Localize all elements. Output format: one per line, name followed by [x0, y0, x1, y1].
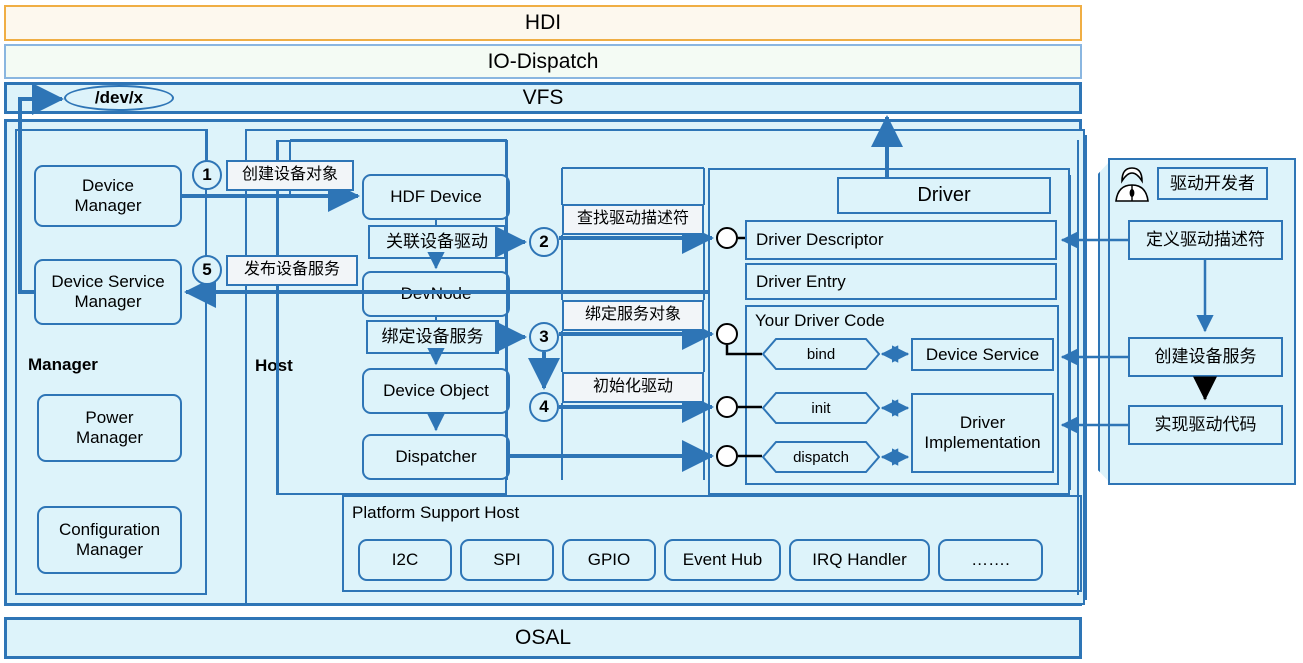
- platform-module-more-label: …….: [971, 550, 1010, 570]
- knob-dispatch: [716, 445, 738, 467]
- hook-dispatch: dispatch: [761, 441, 881, 473]
- manager-section-title: Manager: [28, 355, 98, 374]
- step-label-publish-device-service: 发布设备服务: [226, 255, 358, 286]
- node-configuration-manager-line1: Configuration: [58, 520, 161, 540]
- developer-title-label: 驱动开发者: [1170, 173, 1255, 193]
- step-circle-4: 4: [529, 392, 559, 422]
- knob-bind: [716, 323, 738, 345]
- driver-entry-label: Driver Entry: [756, 271, 846, 291]
- step-label-find-driver-descriptor: 查找驱动描述符: [562, 204, 704, 235]
- developer-step-2: 创建设备服务: [1128, 337, 1283, 377]
- edge-label-associate-driver: 关联设备驱动: [368, 225, 506, 259]
- step-label-create-device-object: 创建设备对象: [226, 160, 354, 191]
- node-device-service-manager-line1: Device Service: [51, 272, 165, 292]
- node-devnode-label: DevNode: [400, 284, 472, 304]
- hook-dispatch-label: dispatch: [793, 448, 849, 466]
- node-device-object-label: Device Object: [383, 381, 489, 401]
- layer-bar-hdi: HDI: [4, 5, 1082, 41]
- dev-x-node: /dev/x: [64, 85, 174, 111]
- step-label-init-driver-text: 初始化驱动: [592, 378, 673, 396]
- driver-implementation-line2: Implementation: [924, 433, 1041, 452]
- platform-module-gpio: GPIO: [562, 539, 656, 581]
- node-device-manager: Device Manager: [34, 165, 182, 227]
- dev-x-label: /dev/x: [94, 88, 144, 107]
- step-circle-2: 2: [529, 227, 559, 257]
- node-devnode: DevNode: [362, 271, 510, 317]
- layer-bar-io-dispatch: IO-Dispatch: [4, 44, 1082, 79]
- device-service-box: Device Service: [911, 338, 1054, 371]
- step-circle-4-label: 4: [539, 397, 549, 416]
- node-device-manager-line2: Manager: [74, 196, 142, 215]
- platform-module-spi-label: SPI: [493, 550, 521, 570]
- node-device-object: Device Object: [362, 368, 510, 414]
- developer-step-3: 实现驱动代码: [1128, 405, 1283, 445]
- node-hdf-device-label: HDF Device: [390, 187, 482, 207]
- step-label-create-device-object-text: 创建设备对象: [241, 166, 338, 184]
- hook-bind: bind: [761, 338, 881, 370]
- node-power-manager: Power Manager: [37, 394, 182, 462]
- node-device-manager-line1: Device: [82, 176, 134, 196]
- platform-module-more: …….: [938, 539, 1043, 581]
- platform-module-i2c-label: I2C: [391, 550, 419, 570]
- node-hdf-device: HDF Device: [362, 174, 510, 220]
- edge-label-bind-device-service-text: 绑定设备服务: [381, 327, 484, 347]
- developer-step-1: 定义驱动描述符: [1128, 220, 1283, 260]
- edge-label-associate-driver-text: 关联设备驱动: [386, 232, 488, 252]
- step-label-bind-service-object: 绑定服务对象: [562, 300, 704, 331]
- step-circle-5: 5: [192, 255, 222, 285]
- driver-title-box: Driver: [837, 177, 1051, 214]
- hdf-architecture-diagram: HDI IO-Dispatch VFS /dev/x Manager Devic…: [0, 0, 1303, 663]
- driver-title-label: Driver: [917, 184, 971, 206]
- step-label-bind-service-object-text: 绑定服务对象: [584, 306, 681, 324]
- hook-init-label: init: [811, 399, 831, 417]
- edge-label-bind-device-service: 绑定设备服务: [366, 320, 499, 354]
- developer-step-1-label: 定义驱动描述符: [1146, 230, 1265, 250]
- hook-bind-label: bind: [806, 345, 836, 363]
- step-circle-2-label: 2: [539, 232, 549, 251]
- platform-module-irq-handler-label: IRQ Handler: [812, 550, 907, 570]
- step-circle-5-label: 5: [202, 260, 212, 279]
- developer-title-box: 驱动开发者: [1157, 167, 1268, 200]
- node-configuration-manager: Configuration Manager: [37, 506, 182, 574]
- developer-step-3-label: 实现驱动代码: [1154, 415, 1257, 435]
- hook-init: init: [761, 392, 881, 424]
- person-icon: [1115, 167, 1149, 202]
- node-device-service-manager-line2: Manager: [74, 292, 142, 311]
- step-circle-1: 1: [192, 160, 222, 190]
- your-driver-code-label: Your Driver Code: [755, 311, 885, 330]
- developer-step-2-label: 创建设备服务: [1154, 347, 1257, 367]
- driver-descriptor-label: Driver Descriptor: [756, 230, 884, 250]
- node-configuration-manager-line2: Manager: [75, 540, 144, 559]
- step-label-init-driver: 初始化驱动: [562, 372, 704, 403]
- layer-bar-osal-label: OSAL: [514, 626, 572, 649]
- platform-module-gpio-label: GPIO: [587, 550, 631, 570]
- layer-bar-vfs-label: VFS: [522, 86, 564, 109]
- node-power-manager-line2: Manager: [75, 428, 144, 447]
- step-label-find-driver-descriptor-text: 查找驱动描述符: [576, 210, 689, 228]
- driver-descriptor-box: Driver Descriptor: [745, 220, 1057, 260]
- step-circle-3-label: 3: [539, 327, 549, 346]
- node-dispatcher: Dispatcher: [362, 434, 510, 480]
- step-label-publish-device-service-text: 发布设备服务: [243, 261, 340, 279]
- layer-bar-osal: OSAL: [4, 617, 1082, 659]
- device-service-label: Device Service: [925, 344, 1040, 364]
- driver-implementation-box: Driver Implementation: [911, 393, 1054, 473]
- layer-bar-io-dispatch-label: IO-Dispatch: [487, 49, 599, 73]
- knob-init: [716, 396, 738, 418]
- platform-module-event-hub: Event Hub: [664, 539, 781, 581]
- node-device-service-manager: Device Service Manager: [34, 259, 182, 325]
- node-dispatcher-label: Dispatcher: [395, 447, 477, 467]
- driver-implementation-line1: Driver: [959, 413, 1006, 433]
- knob-driver-descriptor: [716, 227, 738, 249]
- platform-module-event-hub-label: Event Hub: [682, 550, 763, 570]
- platform-module-spi: SPI: [460, 539, 554, 581]
- step-circle-3: 3: [529, 322, 559, 352]
- step-circle-1-label: 1: [202, 165, 212, 184]
- driver-entry-box: Driver Entry: [745, 263, 1057, 300]
- node-power-manager-line1: Power: [85, 408, 134, 428]
- platform-support-host-title: Platform Support Host: [352, 503, 520, 522]
- platform-module-irq-handler: IRQ Handler: [789, 539, 930, 581]
- platform-module-i2c: I2C: [358, 539, 452, 581]
- layer-bar-hdi-label: HDI: [524, 11, 562, 34]
